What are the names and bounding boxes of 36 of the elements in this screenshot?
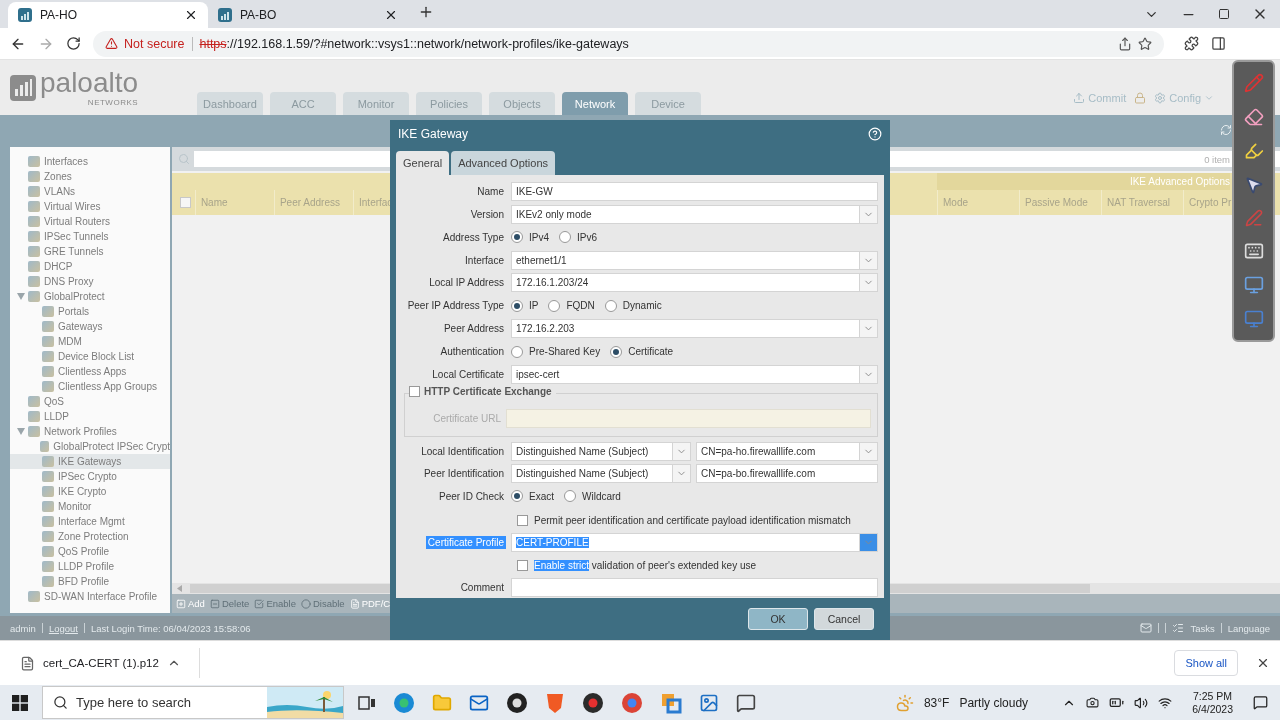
field-label: Address Type	[442, 230, 505, 244]
url-text: https://192.168.1.59/?#network::vsys1::network/network-profiles/ike-gateways	[199, 36, 630, 51]
field-label: Version	[469, 207, 505, 221]
field-label: Certificate Profile	[425, 536, 506, 550]
checkbox-label: Enable strict validation of peer's extended key use	[534, 559, 757, 571]
logo-text: paloalto	[40, 68, 139, 98]
radio-label: Exact	[529, 490, 554, 502]
logo-tagline: NETWORKS	[87, 98, 139, 107]
field-label: Peer Address	[442, 322, 505, 336]
radio-label: Dynamic	[622, 300, 662, 312]
last-login-text: Last Login Time: 06/04/2023 15:58:06	[90, 622, 251, 634]
fieldset-legend: HTTP Certificate Exchange	[424, 386, 552, 398]
dialog-title: IKE Gateway	[398, 127, 469, 141]
security-label: Not secure	[124, 36, 194, 51]
field-label: Peer Identification	[422, 466, 505, 480]
radio-label: FQDN	[566, 300, 595, 312]
field-label: Comment	[459, 581, 505, 595]
radio-label: IPv4	[529, 231, 549, 243]
field-label: Certificate URL	[433, 412, 501, 424]
field-label: Peer IP Address Type	[406, 299, 505, 313]
item-count: 0 item	[1204, 153, 1230, 165]
radio-label: IP	[529, 300, 539, 312]
field-label: Local Identification	[420, 444, 505, 458]
column-group-header: IKE Advanced Options	[937, 173, 1230, 190]
field-label: Interface	[464, 253, 505, 267]
checkbox-label: Permit peer identification and certificate payload identification mismatch	[534, 514, 851, 526]
radio-label: Wildcard	[582, 490, 621, 502]
radio-label: IPv6	[577, 231, 598, 243]
field-label: Local Certificate	[431, 368, 505, 382]
field-label: Peer ID Check	[437, 489, 505, 503]
field-label: Name	[476, 185, 505, 199]
radio-label: Certificate	[628, 346, 674, 358]
field-label: Local IP Address	[428, 275, 505, 289]
field-label: Authentication	[439, 345, 505, 359]
radio-label: Pre-Shared Key	[529, 346, 601, 358]
user-name: admin	[10, 622, 36, 634]
